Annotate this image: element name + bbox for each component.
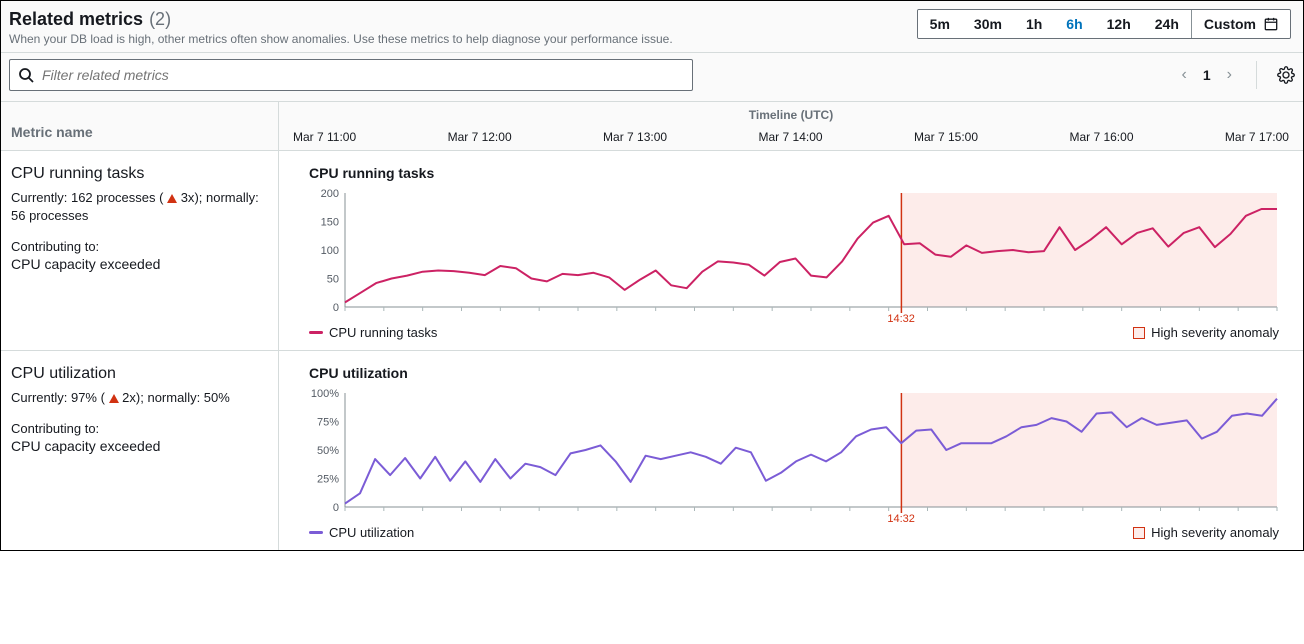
metric-info-panel: CPU running tasks Currently: 162 process… — [1, 151, 279, 350]
legend-box-icon — [1133, 527, 1145, 539]
svg-text:0: 0 — [333, 502, 339, 514]
timeline-ticks: Mar 7 11:00 Mar 7 12:00 Mar 7 13:00 Mar … — [289, 130, 1293, 144]
timeline-tick: Mar 7 11:00 — [293, 130, 356, 144]
time-range-6h[interactable]: 6h — [1054, 10, 1094, 38]
contributing-label: Contributing to: — [11, 421, 268, 436]
filter-row: ‹ 1 › — [1, 53, 1303, 102]
metric-info-panel: CPU utilization Currently: 97% ( 2x); no… — [1, 351, 279, 550]
timeline-label: Timeline (UTC) — [289, 108, 1293, 122]
timeline-tick: Mar 7 16:00 — [1069, 130, 1133, 144]
header-bar: Related metrics (2) When your DB load is… — [1, 1, 1303, 53]
timeline-tick: Mar 7 13:00 — [603, 130, 667, 144]
pagination: ‹ 1 › — [1182, 66, 1232, 84]
time-range-12h[interactable]: 12h — [1095, 10, 1143, 38]
timeline-tick: Mar 7 14:00 — [759, 130, 823, 144]
metric-count: (2) — [149, 9, 171, 30]
time-range-selector: 5m 30m 1h 6h 12h 24h Custom — [917, 9, 1291, 39]
chart-cpu-utilization[interactable]: 100% 75% 50% 25% 0 — [309, 389, 1279, 519]
table-header: Metric name Timeline (UTC) Mar 7 11:00 M… — [1, 102, 1303, 151]
legend-anomaly: High severity anomaly — [1133, 525, 1279, 540]
contributing-value: CPU capacity exceeded — [11, 438, 268, 454]
pagination-current: 1 — [1203, 67, 1211, 83]
timeline-tick: Mar 7 15:00 — [914, 130, 978, 144]
time-range-1h[interactable]: 1h — [1014, 10, 1054, 38]
svg-text:0: 0 — [333, 302, 339, 314]
contributing-value: CPU capacity exceeded — [11, 256, 268, 272]
metric-current-value: Currently: 97% ( 2x); normally: 50% — [11, 389, 268, 407]
search-icon — [18, 67, 34, 83]
chart-cpu-running-tasks[interactable]: 200 150 100 50 0 — [309, 189, 1279, 319]
legend-box-icon — [1133, 327, 1145, 339]
filter-input[interactable] — [42, 67, 684, 83]
chart-title: CPU utilization — [309, 365, 1279, 381]
up-triangle-icon — [167, 194, 177, 203]
metric-chart-panel: CPU utilization 100% 75% 50% 25% 0 14:32 CPU… — [279, 351, 1303, 550]
time-range-30m[interactable]: 30m — [962, 10, 1014, 38]
filter-input-wrap[interactable] — [9, 59, 693, 91]
page-title: Related metrics — [9, 9, 143, 30]
page-subtitle: When your DB load is high, other metrics… — [9, 32, 673, 46]
settings-button[interactable] — [1277, 66, 1295, 84]
svg-text:25%: 25% — [317, 474, 339, 486]
svg-text:200: 200 — [321, 189, 339, 200]
svg-text:50%: 50% — [317, 445, 339, 457]
custom-label: Custom — [1204, 16, 1256, 32]
svg-text:150: 150 — [321, 217, 339, 229]
time-range-custom[interactable]: Custom — [1191, 10, 1290, 38]
legend-line-icon — [309, 531, 323, 534]
pagination-next-icon[interactable]: › — [1227, 66, 1232, 84]
time-range-5m[interactable]: 5m — [918, 10, 962, 38]
anomaly-time-marker: 14:32 — [887, 313, 915, 325]
timeline-tick: Mar 7 12:00 — [448, 130, 512, 144]
svg-text:100: 100 — [321, 245, 339, 257]
time-range-24h[interactable]: 24h — [1143, 10, 1191, 38]
timeline-tick: Mar 7 17:00 — [1225, 130, 1289, 144]
legend-anomaly: High severity anomaly — [1133, 325, 1279, 340]
svg-text:100%: 100% — [311, 389, 339, 400]
legend-series: CPU utilization — [309, 525, 414, 540]
anomaly-time-marker: 14:32 — [887, 513, 915, 525]
legend-series: CPU running tasks — [309, 325, 437, 340]
svg-text:75%: 75% — [317, 417, 339, 429]
contributing-label: Contributing to: — [11, 239, 268, 254]
divider — [1256, 61, 1257, 89]
metric-chart-panel: CPU running tasks 200 150 100 50 0 14:32 CPU… — [279, 151, 1303, 350]
metric-row: CPU running tasks Currently: 162 process… — [1, 151, 1303, 351]
metric-row: CPU utilization Currently: 97% ( 2x); no… — [1, 351, 1303, 550]
up-triangle-icon — [109, 394, 119, 403]
metric-current-value: Currently: 162 processes ( 3x); normally… — [11, 189, 268, 225]
calendar-icon — [1264, 17, 1278, 31]
column-header-metric-name: Metric name — [1, 102, 279, 150]
legend-line-icon — [309, 331, 323, 334]
metric-name: CPU running tasks — [11, 165, 268, 183]
chart-title: CPU running tasks — [309, 165, 1279, 181]
metric-name: CPU utilization — [11, 365, 268, 383]
svg-text:50: 50 — [327, 274, 339, 286]
pagination-prev-icon[interactable]: ‹ — [1182, 66, 1187, 84]
